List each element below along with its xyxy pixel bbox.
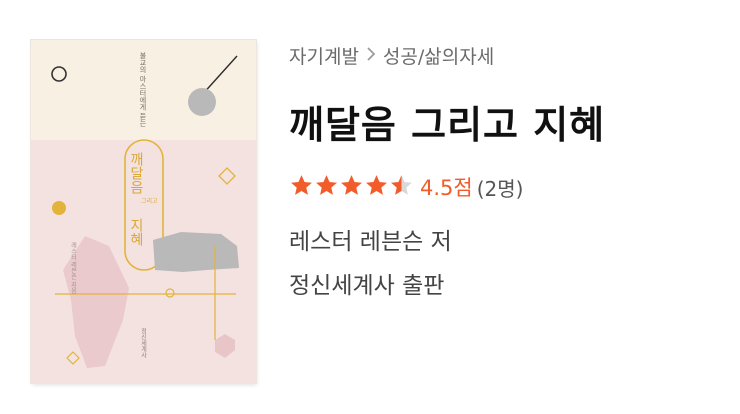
cover-title-line1: 깨달음 (128, 152, 144, 194)
book-cover-art: 불교의 마스터에게 듣는 깨달음 그리고 지혜 레스터 레븐슨 지음 정신세계사 (31, 40, 256, 383)
cover-yellow-dot (52, 201, 66, 215)
star-full-icon (364, 173, 389, 202)
book-author[interactable]: 레스터 레븐슨 저 (289, 222, 452, 256)
star-full-icon (289, 173, 314, 202)
cover-subtitle: 불교의 마스터에게 듣는 (139, 51, 147, 126)
cover-publisher-vertical: 정신세계사 (140, 328, 147, 359)
book-cover-image[interactable]: 불교의 마스터에게 듣는 깨달음 그리고 지혜 레스터 레븐슨 지음 정신세계사 (31, 40, 256, 383)
rating-count: (2명) (476, 176, 524, 201)
cover-title-line2: 지혜 (128, 218, 144, 246)
cover-author-vertical: 레스터 레븐슨 지음 (70, 241, 77, 294)
cover-gray-rock (153, 232, 239, 272)
cover-title-mid: 그리고 (141, 197, 158, 205)
breadcrumb-subcategory-link[interactable]: 성공/삶의자세 (383, 42, 494, 69)
star-half-icon (389, 173, 414, 202)
book-title: 깨달음 그리고 지혜 (289, 103, 606, 147)
book-publisher[interactable]: 정신세계사 출판 (289, 266, 444, 300)
star-full-icon (339, 173, 364, 202)
rating-score: 4.5점 (420, 176, 473, 200)
chevron-right-icon (366, 45, 376, 67)
cover-gray-blob (188, 88, 216, 116)
rating-row: 4.5점 (2명) (289, 172, 523, 202)
breadcrumb-category-link[interactable]: 자기계발 (289, 42, 359, 69)
star-rating (289, 173, 414, 202)
star-full-icon (314, 173, 339, 202)
breadcrumb: 자기계발 성공/삶의자세 (289, 42, 494, 69)
